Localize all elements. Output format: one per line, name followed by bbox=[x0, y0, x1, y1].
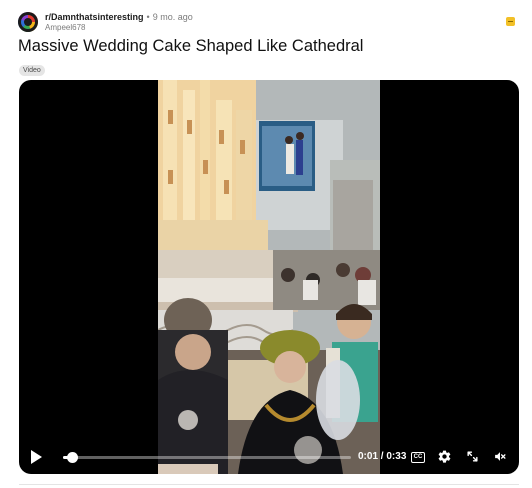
author-link[interactable]: Ampeel678 bbox=[45, 23, 85, 33]
post-header: r/Damnthatsinteresting • 9 mo. ago Ampeel6… bbox=[18, 11, 523, 35]
speaker-muted-icon[interactable] bbox=[493, 450, 507, 463]
subreddit-link[interactable]: r/Damnthatsinteresting bbox=[45, 12, 144, 22]
duration: 0:33 bbox=[386, 451, 407, 462]
post-title[interactable]: Massive Wedding Cake Shaped Like Cathedr… bbox=[18, 36, 363, 56]
award-icon[interactable] bbox=[506, 17, 515, 26]
post-meta: r/Damnthatsinteresting • 9 mo. ago bbox=[45, 11, 193, 23]
post-age: 9 mo. ago bbox=[152, 12, 193, 22]
video-still bbox=[158, 80, 380, 474]
play-icon[interactable] bbox=[31, 450, 42, 464]
time-display: 0:01 / 0:33 bbox=[358, 451, 406, 463]
video-frame[interactable] bbox=[158, 80, 380, 474]
seek-bar[interactable] bbox=[63, 452, 351, 463]
captions-button[interactable]: CC bbox=[411, 452, 425, 463]
gear-icon[interactable] bbox=[437, 449, 452, 464]
subreddit-avatar[interactable] bbox=[18, 12, 38, 32]
post-divider bbox=[19, 484, 519, 485]
post-flair[interactable]: Video bbox=[19, 65, 45, 76]
video-controls: 0:01 / 0:33 CC bbox=[19, 440, 519, 474]
meta-separator: • bbox=[146, 12, 150, 22]
seek-handle[interactable] bbox=[66, 452, 78, 463]
fullscreen-icon[interactable] bbox=[466, 450, 479, 463]
current-time: 0:01 bbox=[358, 451, 379, 462]
video-player[interactable]: 0:01 / 0:33 CC bbox=[19, 80, 519, 474]
